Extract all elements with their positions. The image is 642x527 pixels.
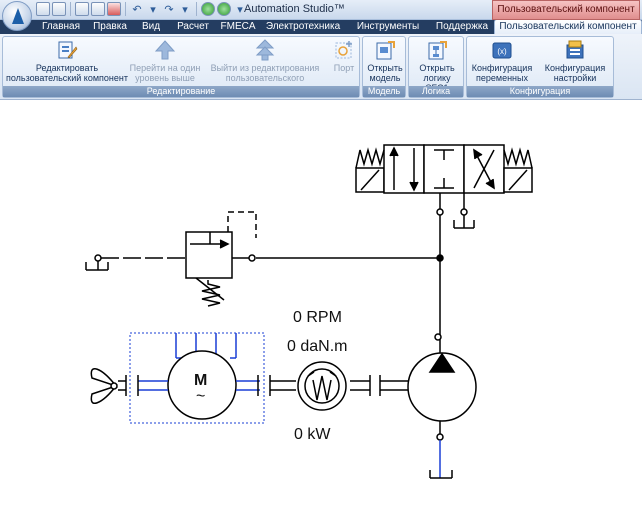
port-button[interactable]: Порт [329,39,359,73]
configure-variables-button[interactable]: (x) Конфигурация переменных [469,39,535,83]
tab-edit[interactable]: Правка [88,20,132,34]
exit-editing-button[interactable]: Выйти из редактирования пользовательског… [203,39,327,93]
group-logic: Открыть логику SFC1 Логика [408,36,464,98]
port-icon [335,41,352,59]
new-file-icon[interactable] [36,2,50,16]
go-up-level-button[interactable]: Перейти на один уровень выше [129,39,201,83]
valve-port-p[interactable] [436,208,444,216]
contextual-tab-header: Пользовательский компонент [492,0,640,20]
torque-readout: 0 daN.m [287,338,348,355]
variables-label: Конфигурация переменных [471,63,533,83]
pump-port-inlet[interactable] [436,433,444,441]
ribbon-tab-row: Главная Правка Вид Расчет FMECA Электрот… [0,19,642,34]
group-configuration-label: Конфигурация [467,86,613,97]
diagram-canvas[interactable]: 0 RPM 0 daN.m 0 kW M ~ [0,100,642,527]
group-model: Открыть модель Модель [362,36,406,98]
group-editing-label: Редактирование [3,86,359,97]
quick-access-toolbar: ↶ ▾ ↷ ▾ ▾ [36,2,247,16]
redo-icon[interactable]: ↷ [162,3,176,16]
open-model-label: Открыть модель [367,63,403,83]
tab-home[interactable]: Главная [36,20,86,34]
group-configuration: (x) Конфигурация переменных Конфигурация… [466,36,614,98]
tab-support[interactable]: Поддержка [430,20,494,34]
valve-port-t[interactable] [460,208,468,216]
toolbar-separator [125,2,126,16]
save-icon[interactable] [75,2,89,16]
speed-readout: 0 RPM [293,309,342,326]
tab-electrical[interactable]: Электротехника [260,20,346,34]
open-model-button[interactable]: Открыть модель [365,39,405,83]
undo-dropdown-icon[interactable]: ▾ [146,3,160,16]
run-simulation-icon[interactable] [201,2,215,16]
directional-valve-4-3[interactable] [355,144,533,194]
undo-icon[interactable]: ↶ [130,3,144,16]
open-file-icon[interactable] [52,2,66,16]
close-document-icon[interactable] [107,2,121,16]
edit-custom-component-button[interactable]: Редактировать пользовательский компонент [5,39,129,83]
edit-component-icon [58,41,78,59]
sfc-logic-icon [428,41,447,60]
group-model-label: Модель [363,86,405,97]
window-title: Automation Studio™ [244,3,345,15]
group-logic-label: Логика [409,86,463,97]
relief-valve-port-tank[interactable] [94,254,102,262]
app-menu-button[interactable] [2,1,32,31]
save-all-icon[interactable] [91,2,105,16]
port-label: Порт [333,63,355,73]
variables-icon: (x) [492,42,512,59]
configure-calc-settings-button[interactable]: Конфигурация настройки расчета [537,39,613,93]
tab-fmeca[interactable]: FMECA [218,20,258,34]
relief-valve-port-a[interactable] [248,254,256,262]
redo-dropdown-icon[interactable]: ▾ [178,3,192,16]
pump-port-outlet[interactable] [434,333,442,341]
ribbon: Редактировать пользовательский компонент… [0,34,642,100]
motor-ac-symbol: ~ [196,388,206,405]
tab-calculation[interactable]: Расчет [170,20,216,34]
step-simulation-icon[interactable] [217,2,231,16]
tab-custom-component[interactable]: Пользовательский компонент [494,19,642,34]
tab-tools[interactable]: Инструменты [352,20,424,34]
calc-settings-icon [566,40,584,59]
tab-view[interactable]: Вид [134,20,168,34]
go-up-label: Перейти на один уровень выше [129,63,201,83]
double-arrow-up-icon [255,39,275,61]
pressure-relief-valve[interactable] [185,211,257,307]
model-icon [376,41,395,60]
toolbar-separator [70,2,71,16]
edit-component-label: Редактировать пользовательский компонент [6,63,128,83]
power-readout: 0 kW [294,426,331,443]
open-sfc-logic-button[interactable]: Открыть логику SFC1 [411,39,463,93]
group-editing: Редактировать пользовательский компонент… [2,36,360,98]
arrow-up-icon [154,40,176,60]
svg-text:(x): (x) [497,47,507,56]
toolbar-separator [196,2,197,16]
